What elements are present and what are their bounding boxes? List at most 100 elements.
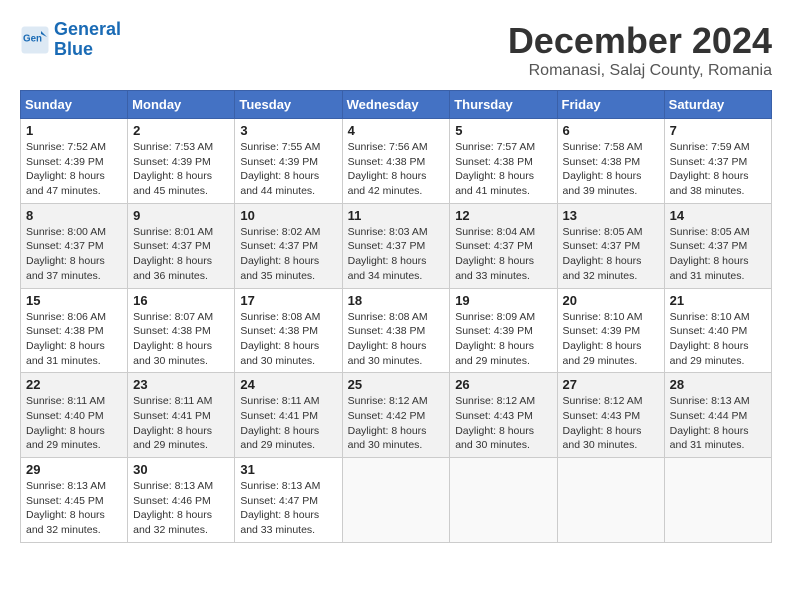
- day-info: Sunrise: 8:06 AM Sunset: 4:38 PM Dayligh…: [26, 310, 122, 369]
- calendar-cell: 30 Sunrise: 8:13 AM Sunset: 4:46 PM Dayl…: [128, 458, 235, 543]
- day-info: Sunrise: 8:13 AM Sunset: 4:46 PM Dayligh…: [133, 479, 229, 538]
- calendar-cell: 28 Sunrise: 8:13 AM Sunset: 4:44 PM Dayl…: [664, 373, 771, 458]
- day-number: 17: [240, 293, 336, 308]
- day-info: Sunrise: 8:08 AM Sunset: 4:38 PM Dayligh…: [348, 310, 445, 369]
- page-title: December 2024: [508, 20, 772, 62]
- day-info: Sunrise: 8:11 AM Sunset: 4:41 PM Dayligh…: [133, 394, 229, 453]
- calendar-cell: 12 Sunrise: 8:04 AM Sunset: 4:37 PM Dayl…: [450, 203, 557, 288]
- day-number: 10: [240, 208, 336, 223]
- day-info: Sunrise: 8:13 AM Sunset: 4:45 PM Dayligh…: [26, 479, 122, 538]
- day-number: 29: [26, 462, 122, 477]
- calendar-cell: [664, 458, 771, 543]
- calendar-cell: 14 Sunrise: 8:05 AM Sunset: 4:37 PM Dayl…: [664, 203, 771, 288]
- day-info: Sunrise: 8:04 AM Sunset: 4:37 PM Dayligh…: [455, 225, 551, 284]
- day-info: Sunrise: 8:12 AM Sunset: 4:42 PM Dayligh…: [348, 394, 445, 453]
- logo-icon: Gen: [20, 25, 50, 55]
- calendar-cell: [342, 458, 450, 543]
- calendar-table: SundayMondayTuesdayWednesdayThursdayFrid…: [20, 90, 772, 543]
- header: Gen General Blue December 2024 Romanasi,…: [20, 20, 772, 80]
- day-info: Sunrise: 7:58 AM Sunset: 4:38 PM Dayligh…: [563, 140, 659, 199]
- day-info: Sunrise: 8:13 AM Sunset: 4:47 PM Dayligh…: [240, 479, 336, 538]
- calendar-cell: 11 Sunrise: 8:03 AM Sunset: 4:37 PM Dayl…: [342, 203, 450, 288]
- day-info: Sunrise: 8:10 AM Sunset: 4:39 PM Dayligh…: [563, 310, 659, 369]
- day-info: Sunrise: 8:13 AM Sunset: 4:44 PM Dayligh…: [670, 394, 766, 453]
- day-info: Sunrise: 8:11 AM Sunset: 4:41 PM Dayligh…: [240, 394, 336, 453]
- calendar-cell: 7 Sunrise: 7:59 AM Sunset: 4:37 PM Dayli…: [664, 119, 771, 204]
- weekday-header-thursday: Thursday: [450, 91, 557, 119]
- day-number: 15: [26, 293, 122, 308]
- calendar-cell: 17 Sunrise: 8:08 AM Sunset: 4:38 PM Dayl…: [235, 288, 342, 373]
- calendar-cell: 2 Sunrise: 7:53 AM Sunset: 4:39 PM Dayli…: [128, 119, 235, 204]
- day-number: 2: [133, 123, 229, 138]
- day-info: Sunrise: 8:09 AM Sunset: 4:39 PM Dayligh…: [455, 310, 551, 369]
- calendar-body: 1 Sunrise: 7:52 AM Sunset: 4:39 PM Dayli…: [21, 119, 772, 543]
- day-info: Sunrise: 7:57 AM Sunset: 4:38 PM Dayligh…: [455, 140, 551, 199]
- day-number: 31: [240, 462, 336, 477]
- calendar-cell: 4 Sunrise: 7:56 AM Sunset: 4:38 PM Dayli…: [342, 119, 450, 204]
- calendar-cell: 24 Sunrise: 8:11 AM Sunset: 4:41 PM Dayl…: [235, 373, 342, 458]
- calendar-cell: 15 Sunrise: 8:06 AM Sunset: 4:38 PM Dayl…: [21, 288, 128, 373]
- calendar-cell: 21 Sunrise: 8:10 AM Sunset: 4:40 PM Dayl…: [664, 288, 771, 373]
- day-number: 16: [133, 293, 229, 308]
- logo: Gen General Blue: [20, 20, 121, 60]
- day-info: Sunrise: 7:56 AM Sunset: 4:38 PM Dayligh…: [348, 140, 445, 199]
- calendar-cell: 27 Sunrise: 8:12 AM Sunset: 4:43 PM Dayl…: [557, 373, 664, 458]
- calendar-week-4: 22 Sunrise: 8:11 AM Sunset: 4:40 PM Dayl…: [21, 373, 772, 458]
- calendar-cell: 16 Sunrise: 8:07 AM Sunset: 4:38 PM Dayl…: [128, 288, 235, 373]
- weekday-header-friday: Friday: [557, 91, 664, 119]
- calendar-week-5: 29 Sunrise: 8:13 AM Sunset: 4:45 PM Dayl…: [21, 458, 772, 543]
- day-info: Sunrise: 8:03 AM Sunset: 4:37 PM Dayligh…: [348, 225, 445, 284]
- calendar-cell: [557, 458, 664, 543]
- day-info: Sunrise: 8:10 AM Sunset: 4:40 PM Dayligh…: [670, 310, 766, 369]
- calendar-cell: 9 Sunrise: 8:01 AM Sunset: 4:37 PM Dayli…: [128, 203, 235, 288]
- page-subtitle: Romanasi, Salaj County, Romania: [508, 62, 772, 80]
- day-info: Sunrise: 8:00 AM Sunset: 4:37 PM Dayligh…: [26, 225, 122, 284]
- day-info: Sunrise: 8:12 AM Sunset: 4:43 PM Dayligh…: [563, 394, 659, 453]
- calendar-cell: 6 Sunrise: 7:58 AM Sunset: 4:38 PM Dayli…: [557, 119, 664, 204]
- day-number: 8: [26, 208, 122, 223]
- day-number: 9: [133, 208, 229, 223]
- day-number: 27: [563, 377, 659, 392]
- calendar-cell: 1 Sunrise: 7:52 AM Sunset: 4:39 PM Dayli…: [21, 119, 128, 204]
- day-number: 12: [455, 208, 551, 223]
- day-info: Sunrise: 8:05 AM Sunset: 4:37 PM Dayligh…: [563, 225, 659, 284]
- day-info: Sunrise: 8:08 AM Sunset: 4:38 PM Dayligh…: [240, 310, 336, 369]
- calendar-cell: 23 Sunrise: 8:11 AM Sunset: 4:41 PM Dayl…: [128, 373, 235, 458]
- calendar-cell: 26 Sunrise: 8:12 AM Sunset: 4:43 PM Dayl…: [450, 373, 557, 458]
- day-number: 7: [670, 123, 766, 138]
- day-number: 5: [455, 123, 551, 138]
- day-info: Sunrise: 7:59 AM Sunset: 4:37 PM Dayligh…: [670, 140, 766, 199]
- calendar-cell: 13 Sunrise: 8:05 AM Sunset: 4:37 PM Dayl…: [557, 203, 664, 288]
- day-info: Sunrise: 8:12 AM Sunset: 4:43 PM Dayligh…: [455, 394, 551, 453]
- calendar-week-1: 1 Sunrise: 7:52 AM Sunset: 4:39 PM Dayli…: [21, 119, 772, 204]
- calendar-cell: 31 Sunrise: 8:13 AM Sunset: 4:47 PM Dayl…: [235, 458, 342, 543]
- day-number: 18: [348, 293, 445, 308]
- calendar-cell: 20 Sunrise: 8:10 AM Sunset: 4:39 PM Dayl…: [557, 288, 664, 373]
- day-info: Sunrise: 7:55 AM Sunset: 4:39 PM Dayligh…: [240, 140, 336, 199]
- calendar-header-row: SundayMondayTuesdayWednesdayThursdayFrid…: [21, 91, 772, 119]
- calendar-cell: 22 Sunrise: 8:11 AM Sunset: 4:40 PM Dayl…: [21, 373, 128, 458]
- day-info: Sunrise: 8:07 AM Sunset: 4:38 PM Dayligh…: [133, 310, 229, 369]
- calendar-cell: 25 Sunrise: 8:12 AM Sunset: 4:42 PM Dayl…: [342, 373, 450, 458]
- day-number: 4: [348, 123, 445, 138]
- day-number: 19: [455, 293, 551, 308]
- day-number: 26: [455, 377, 551, 392]
- svg-text:Gen: Gen: [23, 33, 42, 44]
- weekday-header-monday: Monday: [128, 91, 235, 119]
- weekday-header-wednesday: Wednesday: [342, 91, 450, 119]
- calendar-cell: [450, 458, 557, 543]
- logo-general: General: [54, 19, 121, 39]
- calendar-cell: 29 Sunrise: 8:13 AM Sunset: 4:45 PM Dayl…: [21, 458, 128, 543]
- day-info: Sunrise: 7:52 AM Sunset: 4:39 PM Dayligh…: [26, 140, 122, 199]
- day-number: 6: [563, 123, 659, 138]
- day-info: Sunrise: 7:53 AM Sunset: 4:39 PM Dayligh…: [133, 140, 229, 199]
- title-block: December 2024 Romanasi, Salaj County, Ro…: [508, 20, 772, 80]
- calendar-week-3: 15 Sunrise: 8:06 AM Sunset: 4:38 PM Dayl…: [21, 288, 772, 373]
- calendar-cell: 3 Sunrise: 7:55 AM Sunset: 4:39 PM Dayli…: [235, 119, 342, 204]
- day-info: Sunrise: 8:02 AM Sunset: 4:37 PM Dayligh…: [240, 225, 336, 284]
- day-number: 3: [240, 123, 336, 138]
- day-info: Sunrise: 8:05 AM Sunset: 4:37 PM Dayligh…: [670, 225, 766, 284]
- calendar-cell: 19 Sunrise: 8:09 AM Sunset: 4:39 PM Dayl…: [450, 288, 557, 373]
- day-info: Sunrise: 8:01 AM Sunset: 4:37 PM Dayligh…: [133, 225, 229, 284]
- day-number: 14: [670, 208, 766, 223]
